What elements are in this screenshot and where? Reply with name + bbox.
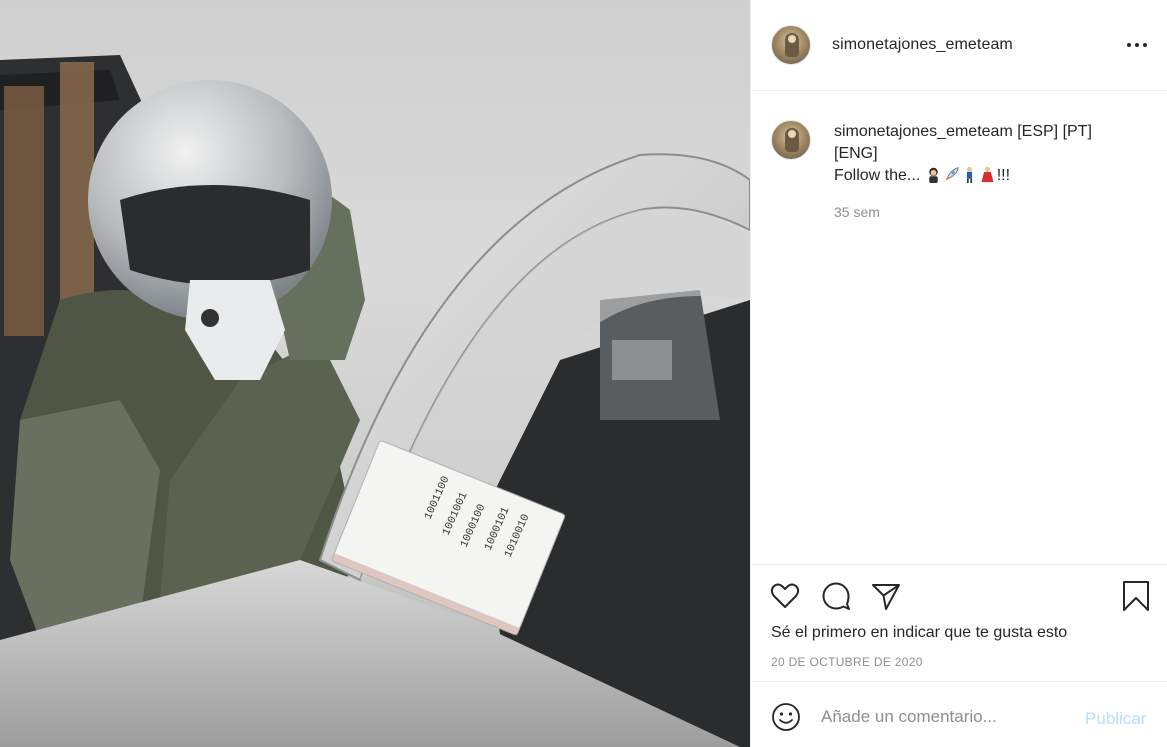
- man-dancing-emoji: [966, 166, 972, 183]
- header-username[interactable]: simonetajones_emeteam: [832, 36, 1013, 54]
- likes-text: Sé el primero en indicar que te gusta es…: [771, 624, 1067, 642]
- pilot-cockpit-illustration: 1001100 1001001 1000100 1000101 1010010: [0, 55, 750, 747]
- post-panel: simonetajones_emeteam simonetajones_emet…: [750, 0, 1167, 747]
- caption-username[interactable]: simonetajones_emeteam: [834, 123, 1013, 140]
- heart-icon[interactable]: [769, 580, 801, 612]
- comment-composer: Publicar: [751, 681, 1167, 747]
- woman-pilot-emoji: [928, 167, 938, 183]
- woman-dancing-emoji: [981, 166, 994, 183]
- share-icon[interactable]: [870, 580, 902, 612]
- bookmark-icon[interactable]: [1120, 580, 1152, 612]
- caption-line2: Follow the...: [834, 167, 921, 184]
- post-date[interactable]: 20 DE OCTUBRE DE 2020: [771, 655, 923, 669]
- avatar[interactable]: [771, 25, 811, 65]
- caption-text: simonetajones_emeteam [ESP] [PT] [ENG] F…: [834, 121, 1134, 187]
- avatar[interactable]: [771, 120, 811, 160]
- publish-button[interactable]: Publicar: [1085, 709, 1146, 729]
- comment-icon[interactable]: [820, 580, 852, 612]
- post-actions: Sé el primero en indicar que te gusta es…: [751, 564, 1167, 681]
- more-options-icon[interactable]: [1126, 34, 1148, 56]
- emoji-picker-icon[interactable]: [771, 702, 801, 732]
- rocket-emoji: [945, 167, 959, 181]
- likes-prefix: Sé el primero en: [771, 624, 893, 641]
- post-header: simonetajones_emeteam: [751, 0, 1167, 91]
- caption-timestamp[interactable]: 35 sem: [834, 204, 880, 220]
- like-link[interactable]: indicar que te gusta esto: [893, 624, 1067, 641]
- caption-suffix: !!!: [996, 167, 1011, 184]
- post-photo[interactable]: 1001100 1001001 1000100 1000101 1010010: [0, 0, 750, 747]
- comment-input[interactable]: [821, 702, 1071, 732]
